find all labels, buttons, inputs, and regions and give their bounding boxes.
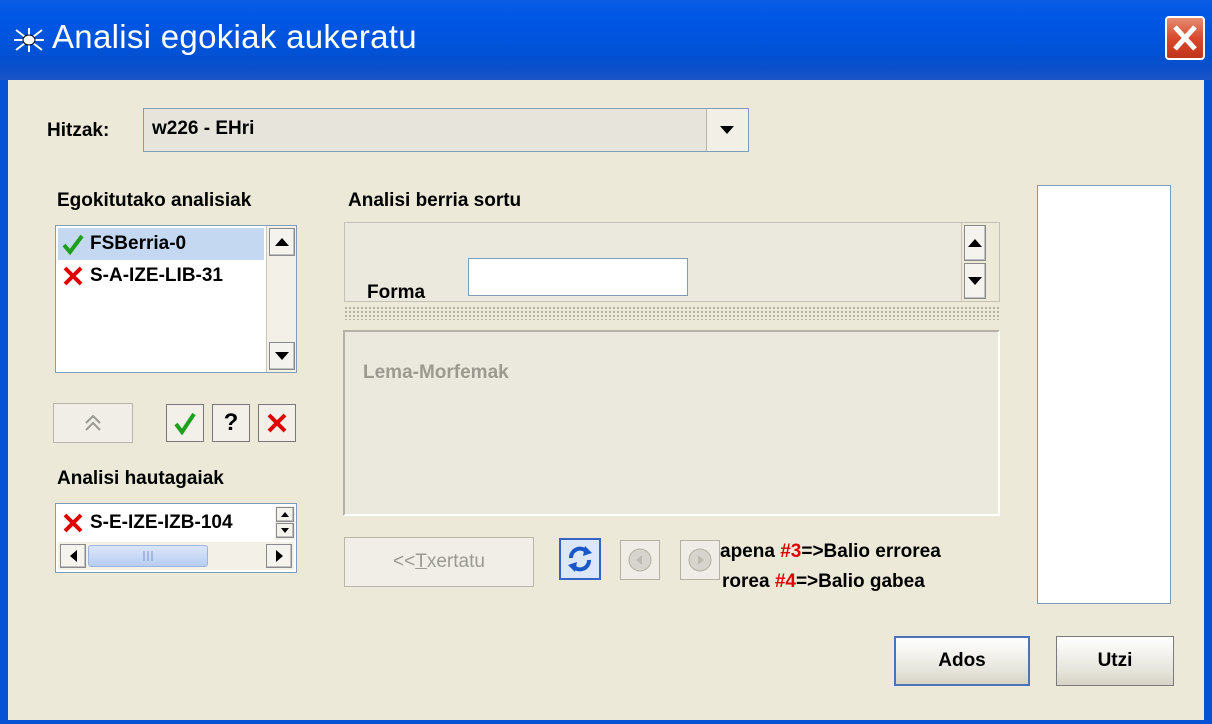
words-dropdown-button[interactable] [706, 109, 748, 151]
horizontal-scrollbar[interactable] [58, 542, 294, 570]
ok-button[interactable]: Ados [894, 636, 1030, 686]
candidates-spinner[interactable] [275, 506, 295, 540]
assigned-list[interactable]: FSBerria-0 S-A-IZE-LIB-31 [55, 225, 297, 373]
unknown-button[interactable]: ? [212, 404, 250, 442]
insert-button-mnemonic: T [415, 551, 427, 572]
candidates-title: Analisi hautagaiak [57, 468, 224, 489]
lemma-panel: Lema-Morfemak [343, 330, 1000, 516]
accept-button[interactable] [166, 404, 204, 442]
candidates-list[interactable]: S-E-IZE-IZB-104 [55, 503, 297, 573]
check-icon [62, 234, 84, 255]
chevron-right-icon [275, 550, 283, 562]
ok-button-label: Ados [938, 650, 986, 671]
list-item-label: FSBerria-0 [90, 233, 187, 254]
cross-icon [63, 513, 83, 533]
scroll-up-button[interactable] [269, 228, 295, 256]
list-item[interactable]: S-E-IZE-IZB-104 [58, 506, 274, 540]
form-label: Forma [367, 282, 426, 303]
cancel-button-label: Utzi [1097, 650, 1133, 671]
chevron-left-icon [69, 550, 77, 562]
check-icon [174, 412, 196, 435]
list-item-label: S-E-IZE-IZB-104 [90, 512, 233, 533]
split-divider[interactable] [344, 306, 1000, 320]
insert-button-prefix: << [393, 551, 416, 572]
form-input[interactable] [468, 258, 688, 296]
question-icon: ? [223, 409, 239, 436]
legend-code: #4 [774, 571, 796, 592]
cancel-button[interactable]: Utzi [1056, 636, 1174, 686]
app-icon [12, 26, 46, 60]
scroll-down-button[interactable] [964, 263, 986, 299]
scroll-thumb[interactable] [88, 545, 208, 567]
window-title: Analisi egokiak aukeratu [52, 18, 417, 55]
legend-text: =>Balio gabea [795, 571, 925, 592]
cross-icon [267, 413, 287, 433]
list-item-label: S-A-IZE-LIB-31 [90, 265, 223, 286]
arrow-left-circle-icon [628, 548, 652, 572]
assigned-title: Egokitutako analisiak [57, 190, 252, 211]
form-panel: Forma [344, 222, 1000, 303]
chevron-down-icon [968, 277, 982, 285]
legend-prefix: apena [720, 541, 781, 562]
legend-prefix: rorea [722, 571, 775, 592]
cross-icon [63, 266, 83, 286]
refresh-icon [568, 546, 592, 572]
close-button[interactable] [1165, 16, 1205, 60]
move-up-button[interactable] [53, 403, 133, 443]
next-button[interactable] [680, 540, 720, 580]
arrow-right-circle-icon [688, 548, 712, 572]
words-label: Hitzak: [47, 120, 110, 141]
double-up-icon [85, 414, 101, 431]
chevron-up-icon [275, 238, 289, 246]
chevron-up-icon [281, 512, 289, 517]
refresh-button[interactable] [559, 538, 601, 580]
lemma-title: Lema-Morfemak [363, 362, 509, 383]
legend-line-2: rorea #4=>Balio gabea [722, 571, 925, 593]
words-combobox[interactable]: w226 - EHri [143, 108, 749, 152]
scroll-up-button[interactable] [964, 225, 986, 261]
reject-button[interactable] [258, 404, 296, 442]
form-scrollbar[interactable] [961, 223, 999, 301]
side-panel [1037, 185, 1171, 604]
close-icon [1173, 25, 1197, 51]
insert-button[interactable]: << Txertatu [344, 537, 534, 587]
list-item[interactable]: FSBerria-0 [58, 228, 264, 260]
chevron-down-icon [720, 126, 734, 134]
list-item[interactable]: S-A-IZE-LIB-31 [58, 260, 223, 292]
scroll-up-button[interactable] [276, 507, 294, 522]
legend-code: #3 [780, 541, 802, 562]
assigned-scrollbar[interactable] [266, 226, 296, 372]
scroll-down-button[interactable] [276, 523, 294, 538]
words-selected-value: w226 - EHri [152, 118, 255, 139]
legend-line-1: apena #3=>Balio errorea [720, 541, 941, 563]
chevron-down-icon [281, 528, 289, 533]
new-analysis-title: Analisi berria sortu [348, 190, 522, 211]
previous-button[interactable] [620, 540, 660, 580]
scroll-down-button[interactable] [269, 342, 295, 370]
chevron-up-icon [968, 239, 982, 247]
scroll-left-button[interactable] [60, 544, 86, 568]
scroll-right-button[interactable] [266, 544, 292, 568]
insert-button-rest: xertatu [426, 551, 485, 572]
legend-text: =>Balio errorea [801, 541, 941, 562]
chevron-down-icon [275, 352, 289, 360]
grip-icon [143, 551, 153, 561]
